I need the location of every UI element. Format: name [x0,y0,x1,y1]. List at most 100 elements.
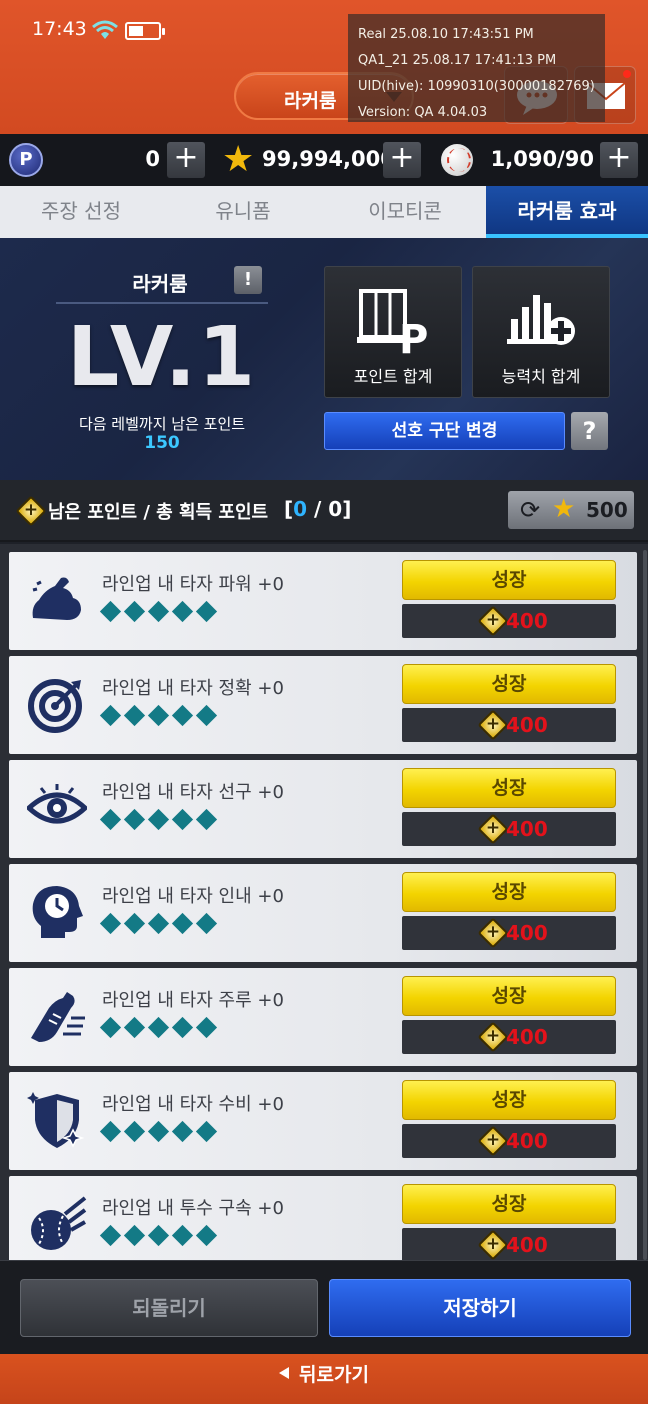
level-panel: 라커룸 ! LV.1 다음 레벨까지 남은 포인트 150 P 포인트 합계 능… [0,238,648,480]
change-favorite-team-button[interactable]: 선호 구단 변경 [324,412,565,450]
grow-button[interactable]: 성장 [402,976,616,1016]
tab-emoticon[interactable]: 이모티콘 [324,186,486,238]
room-selector-label: 라커룸 [284,90,337,112]
wifi-icon [92,20,118,39]
effect-row-defense: 라인업 내 타자 수비 +0 성장 400 [9,1072,637,1170]
points-label: 남은 포인트 / 총 획득 포인트 [48,502,269,523]
currency-bar: P 0 + ★ 99,994,000 + 1,090/90 + [0,134,648,186]
effect-row-power: 라인업 내 타자 파워 +0 성장 400 [9,552,637,650]
battery-icon [125,22,165,40]
point-gem-icon [477,917,509,949]
debug-line: Real 25.08.10 17:43:51 PM [358,27,534,42]
grow-button[interactable]: 성장 [402,560,616,600]
effect-label: 라인업 내 타자 파워 +0 [102,574,284,595]
muscle-icon [32,577,81,620]
back-arrow-icon [279,1367,290,1379]
add-stars-button[interactable]: + [383,142,421,178]
point-gem-icon [477,1229,509,1260]
locker-title: 라커룸 [132,272,188,296]
effect-row-patience: 라인업 내 타자 인내 +0 성장 400 [9,864,637,962]
point-gem-icon [477,813,509,845]
effect-label: 라인업 내 타자 수비 +0 [102,1094,284,1115]
grow-button[interactable]: 성장 [402,872,616,912]
effect-row-running: 라인업 내 타자 주루 +0 성장 400 [9,968,637,1066]
divider [56,302,268,304]
head-clock-icon [32,886,83,938]
baseball-icon [441,144,473,176]
point-gem-icon [477,1125,509,1157]
grow-button[interactable]: 성장 [402,664,616,704]
locker-level: LV.1 [66,310,258,405]
point-coin-icon: P [9,143,43,177]
ball-amount: 1,090/90 [490,147,594,171]
cost-value: 400 [506,1025,548,1049]
point-gem-icon [15,495,47,527]
cost-value: 400 [506,817,548,841]
effect-label: 라인업 내 타자 정확 +0 [102,678,284,699]
debug-line: Version: QA 4.04.03 [358,105,488,120]
points-bar: 남은 포인트 / 총 획득 포인트 [0 / 0] ⟳ ★ 500 [0,480,648,542]
cost-box: 400 [402,604,616,638]
debug-line: QA1_21 25.08.17 17:41:13 PM [358,53,557,68]
next-level-label: 다음 레벨까지 남은 포인트 [78,415,246,433]
back-label: 뒤로가기 [0,1354,648,1396]
cost-value: 400 [506,921,548,945]
effect-row-eye: 라인업 내 타자 선구 +0 성장 400 [9,760,637,858]
add-balls-button[interactable]: + [600,142,638,178]
cost-box: 400 [402,1020,616,1054]
effect-list[interactable]: 라인업 내 타자 파워 +0 성장 400 라인업 내 타자 정확 +0 성장 … [0,544,648,1260]
shoe-icon [31,992,85,1042]
save-button[interactable]: 저장하기 [329,1279,631,1337]
stat-sum-button[interactable]: 능력치 합계 [472,266,610,398]
point-sum-label: 포인트 합계 [353,367,433,386]
star-amount: 99,994,000 [262,147,395,171]
star-currency-icon: ★ [222,139,255,180]
list-scrollbar[interactable] [643,550,647,1260]
grow-button[interactable]: 성장 [402,1080,616,1120]
effect-label: 라인업 내 타자 선구 +0 [102,782,284,803]
cost-box: 400 [402,1124,616,1158]
cost-value: 400 [506,1233,548,1257]
refresh-icon: ⟳ [520,496,541,524]
back-button[interactable]: 뒤로가기 [0,1354,648,1404]
top-header: 17:43 라커룸 Real 25.08.10 17:43:51 PM QA1_… [0,0,648,134]
bottom-action-bar: 되돌리기 저장하기 [0,1260,648,1354]
point-gem-icon [477,605,509,637]
grow-button[interactable]: 성장 [402,768,616,808]
point-sum-button[interactable]: P 포인트 합계 [324,266,462,398]
stat-sum-label: 능력치 합계 [501,367,581,386]
cost-box: 400 [402,812,616,846]
tab-bar: 주장 선정 유니폼 이모티콘 라커룸 효과 [0,186,648,238]
eye-icon [27,784,87,824]
cost-box: 400 [402,916,616,950]
shield-icon [27,1092,85,1148]
fastball-icon [31,1196,87,1250]
star-icon: ★ [552,494,576,524]
debug-overlay: Real 25.08.10 17:43:51 PM QA1_21 25.08.1… [348,14,605,122]
help-button[interactable]: ? [571,412,608,450]
target-icon [28,679,82,733]
effect-label: 라인업 내 투수 구속 +0 [102,1198,284,1219]
point-amount: 0 [145,147,160,171]
cost-value: 400 [506,1129,548,1153]
debug-line: UID(hive): 10990310(30000182769) [358,79,595,94]
effect-row-velocity: 라인업 내 투수 구속 +0 성장 400 [9,1176,637,1260]
cost-box: 400 [402,708,616,742]
effect-label: 라인업 내 타자 인내 +0 [102,886,284,907]
add-points-button[interactable]: + [167,142,205,178]
tab-uniform[interactable]: 유니폼 [162,186,324,238]
tab-locker-effect[interactable]: 라커룸 효과 [486,186,648,238]
cost-value: 400 [506,609,548,633]
stat-bars-icon [507,295,575,345]
reset-points-button[interactable]: ⟳ ★ 500 [508,491,634,529]
effect-label: 라인업 내 타자 주루 +0 [102,990,284,1011]
tab-captain[interactable]: 주장 선정 [0,186,162,238]
svg-text:P: P [399,317,428,357]
reset-cost: 500 [586,498,628,522]
info-icon[interactable]: ! [234,266,262,294]
grow-button[interactable]: 성장 [402,1184,616,1224]
cost-box: 400 [402,1228,616,1260]
effect-row-accuracy: 라인업 내 타자 정확 +0 성장 400 [9,656,637,754]
undo-button[interactable]: 되돌리기 [20,1279,318,1337]
locker-points-icon: P [357,289,428,357]
